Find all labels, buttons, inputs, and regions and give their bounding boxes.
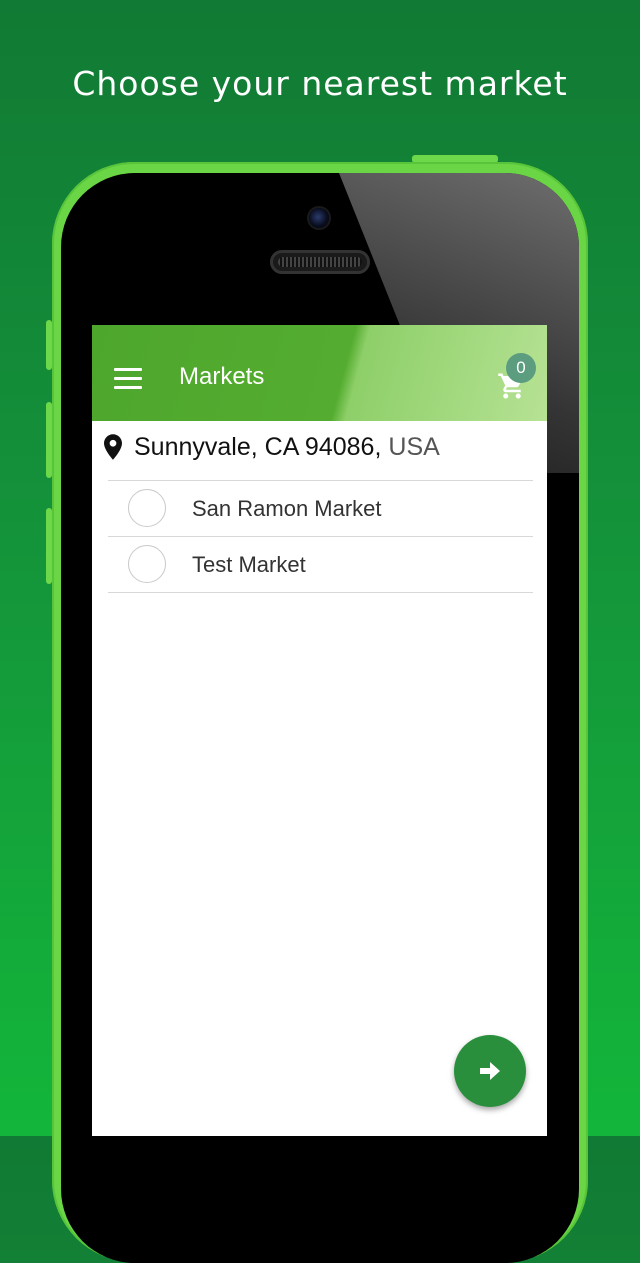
next-button[interactable]	[454, 1035, 526, 1107]
market-name: San Ramon Market	[192, 496, 382, 521]
list-item[interactable]: San Ramon Market	[108, 480, 533, 536]
location-address: Sunnyvale, CA 94086,	[134, 432, 382, 461]
market-name: Test Market	[192, 552, 306, 577]
map-pin-icon	[104, 434, 122, 460]
arrow-right-icon	[480, 1062, 500, 1080]
hamburger-menu-icon[interactable]	[114, 368, 142, 389]
cart-count-badge: 0	[506, 353, 536, 383]
location-country: USA	[388, 432, 440, 461]
market-list: San Ramon Market Test Market	[108, 480, 533, 593]
radio-button[interactable]	[128, 545, 166, 583]
earpiece-speaker	[270, 250, 370, 274]
list-item[interactable]: Test Market	[108, 536, 533, 593]
app-toolbar: Markets 0	[92, 325, 547, 421]
app-screen: Markets 0 Sunnyvale, CA 94086, USA San R…	[92, 325, 547, 1136]
front-camera-icon	[309, 208, 329, 228]
radio-button[interactable]	[128, 489, 166, 527]
current-location[interactable]: Sunnyvale, CA 94086, USA	[104, 429, 440, 465]
promo-headline: Choose your nearest market	[72, 64, 568, 103]
page-title: Markets	[179, 363, 265, 390]
